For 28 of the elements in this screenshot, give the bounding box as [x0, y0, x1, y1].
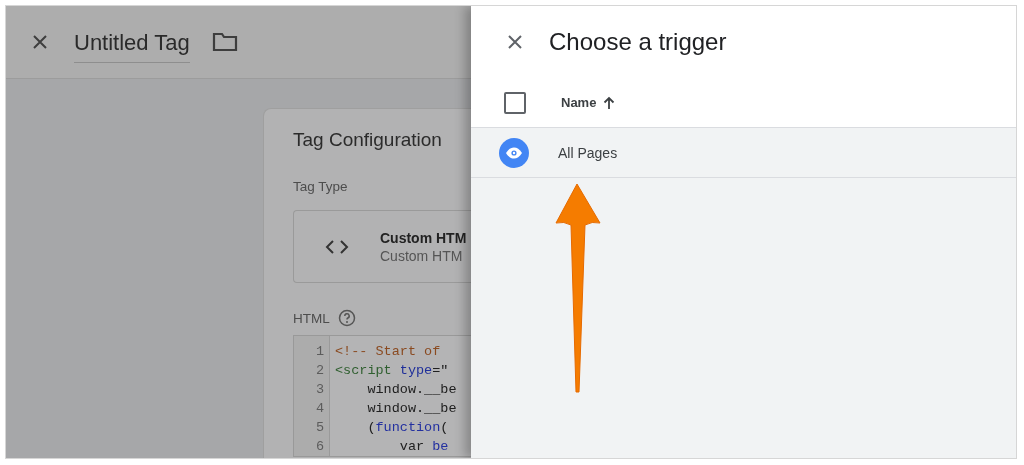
code-line: window.__be: [366, 400, 457, 418]
tag-type-name: Custom HTM: [380, 229, 467, 246]
code-line: <script type=": [335, 362, 450, 380]
eye-icon: [499, 137, 529, 168]
html-label: HTML: [293, 310, 330, 326]
folder-icon[interactable]: [211, 31, 238, 53]
line-number: 5: [314, 419, 324, 437]
tag-type-label: Tag Type: [293, 179, 349, 194]
code-icon: [324, 237, 350, 256]
line-number: 1: [314, 343, 324, 361]
tag-type-description: Custom HTM: [380, 247, 464, 264]
line-number: 2: [314, 362, 324, 380]
panel-title: Choose a trigger: [549, 28, 727, 56]
column-header[interactable]: Name: [561, 95, 617, 110]
help-icon[interactable]: [337, 309, 356, 327]
code-line: (function(: [366, 419, 450, 437]
tag-name-field[interactable]: Untitled Tag: [74, 27, 190, 63]
code-line: window.__be: [366, 381, 457, 399]
card-title: Tag Configuration: [293, 129, 443, 151]
line-number: 6: [314, 438, 324, 456]
trigger-row[interactable]: All Pages: [471, 128, 1016, 178]
select-all-checkbox[interactable]: [504, 91, 526, 114]
trigger-name: All Pages: [558, 144, 618, 161]
code-editor[interactable]: 1 2 3 4 5 6 <!-- Start of <script type=" window.__be window.__be (function( var be: [293, 335, 471, 457]
line-number: 4: [314, 400, 324, 418]
line-number: 3: [314, 381, 324, 399]
code-line: var be: [398, 438, 450, 456]
code-line: <!-- Start of: [335, 343, 442, 361]
